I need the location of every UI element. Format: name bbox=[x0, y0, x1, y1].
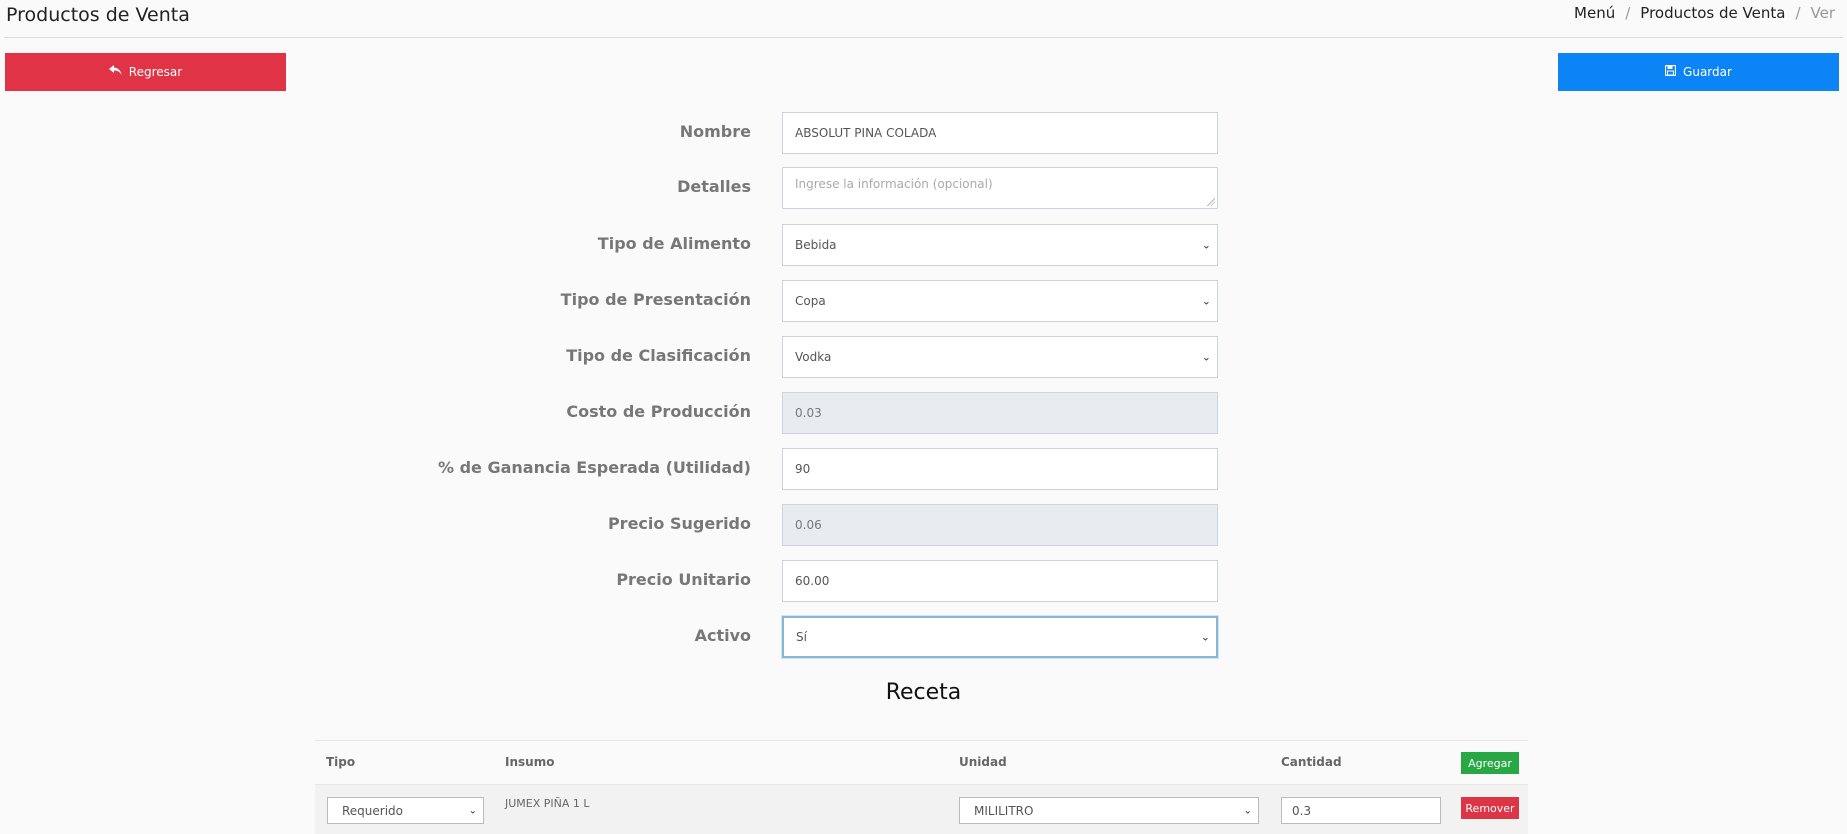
column-header-unidad: Unidad bbox=[959, 755, 1007, 769]
tipo-presentacion-value: Copa bbox=[795, 294, 826, 308]
tipo-alimento-label: Tipo de Alimento bbox=[597, 234, 751, 253]
column-header-insumo: Insumo bbox=[505, 755, 555, 769]
cantidad-input[interactable]: 0.3 bbox=[1281, 797, 1441, 824]
activo-label: Activo bbox=[694, 626, 751, 645]
insumo-text: JUMEX PIÑA 1 L bbox=[505, 797, 590, 810]
column-header-tipo: Tipo bbox=[326, 755, 356, 769]
table-row: Requerido ⌄ JUMEX PIÑA 1 L MILILITRO ⌄ 0… bbox=[315, 785, 1528, 834]
chevron-down-icon: ⌄ bbox=[1201, 238, 1211, 252]
tipo-clasificacion-label: Tipo de Clasificación bbox=[566, 346, 751, 365]
chevron-down-icon: ⌄ bbox=[1243, 805, 1252, 816]
form-row-precio-sugerido: Precio Sugerido 0.06 bbox=[0, 504, 1847, 548]
chevron-down-icon: ⌄ bbox=[1200, 630, 1210, 644]
precio-unitario-input[interactable]: 60.00 bbox=[782, 560, 1218, 602]
reply-arrow-icon bbox=[108, 65, 122, 79]
tipo-clasificacion-value: Vodka bbox=[795, 350, 832, 364]
recipe-title: Receta bbox=[885, 680, 962, 705]
breadcrumb: Menú / Productos de Venta / Ver bbox=[1574, 4, 1835, 22]
resize-grip-icon[interactable] bbox=[1207, 198, 1215, 206]
floppy-disk-icon bbox=[1664, 64, 1677, 79]
page-title: Productos de Venta bbox=[6, 4, 190, 26]
breadcrumb-separator: / bbox=[1795, 4, 1801, 22]
remove-row-button[interactable]: Remover bbox=[1461, 797, 1519, 819]
chevron-down-icon: ⌄ bbox=[1201, 350, 1211, 364]
detalles-placeholder: Ingrese la información (opcional) bbox=[795, 177, 993, 191]
costo-produccion-input: 0.03 bbox=[782, 392, 1218, 434]
activo-value: Sí bbox=[796, 630, 807, 644]
tipo-alimento-value: Bebida bbox=[795, 238, 837, 252]
unidad-select-value: MILILITRO bbox=[974, 803, 1034, 818]
chevron-down-icon: ⌄ bbox=[468, 805, 477, 816]
column-header-cantidad: Cantidad bbox=[1281, 755, 1342, 769]
tipo-select[interactable]: Requerido ⌄ bbox=[327, 797, 484, 824]
header-divider bbox=[4, 37, 1843, 38]
activo-select[interactable]: Sí ⌄ bbox=[782, 616, 1218, 658]
save-button[interactable]: Guardar bbox=[1558, 53, 1839, 91]
tipo-alimento-select[interactable]: Bebida ⌄ bbox=[782, 224, 1218, 266]
back-button[interactable]: Regresar bbox=[5, 53, 286, 91]
back-button-label: Regresar bbox=[128, 65, 183, 79]
form-row-ganancia: % de Ganancia Esperada (Utilidad) 90 bbox=[0, 448, 1847, 492]
detalles-textarea[interactable]: Ingrese la información (opcional) bbox=[782, 167, 1218, 209]
form-row-activo: Activo Sí ⌄ bbox=[0, 616, 1847, 660]
ganancia-input[interactable]: 90 bbox=[782, 448, 1218, 490]
form-row-costo-produccion: Costo de Producción 0.03 bbox=[0, 392, 1847, 436]
form-row-tipo-presentacion: Tipo de Presentación Copa ⌄ bbox=[0, 280, 1847, 324]
form-row-precio-unitario: Precio Unitario 60.00 bbox=[0, 560, 1847, 604]
precio-sugerido-input: 0.06 bbox=[782, 504, 1218, 546]
tipo-select-value: Requerido bbox=[342, 803, 404, 818]
costo-produccion-label: Costo de Producción bbox=[566, 402, 751, 421]
breadcrumb-separator: / bbox=[1625, 4, 1631, 22]
tipo-presentacion-select[interactable]: Copa ⌄ bbox=[782, 280, 1218, 322]
unidad-select[interactable]: MILILITRO ⌄ bbox=[959, 797, 1259, 824]
detalles-label: Detalles bbox=[677, 177, 751, 196]
save-button-label: Guardar bbox=[1683, 65, 1732, 79]
form-row-tipo-clasificacion: Tipo de Clasificación Vodka ⌄ bbox=[0, 336, 1847, 380]
nombre-input[interactable]: ABSOLUT PINA COLADA bbox=[782, 112, 1218, 154]
breadcrumb-item-productos[interactable]: Productos de Venta bbox=[1640, 4, 1785, 22]
tipo-clasificacion-select[interactable]: Vodka ⌄ bbox=[782, 336, 1218, 378]
ganancia-label: % de Ganancia Esperada (Utilidad) bbox=[437, 458, 751, 477]
tipo-presentacion-label: Tipo de Presentación bbox=[560, 290, 751, 309]
chevron-down-icon: ⌄ bbox=[1201, 294, 1211, 308]
form-row-tipo-alimento: Tipo de Alimento Bebida ⌄ bbox=[0, 224, 1847, 268]
precio-unitario-label: Precio Unitario bbox=[616, 570, 751, 589]
form-row-detalles: Detalles Ingrese la información (opciona… bbox=[0, 167, 1847, 211]
breadcrumb-item-current: Ver bbox=[1810, 4, 1836, 22]
breadcrumb-item-menu[interactable]: Menú bbox=[1574, 4, 1615, 22]
recipe-table-header: Tipo Insumo Unidad Cantidad Agregar bbox=[315, 740, 1528, 785]
form-row-nombre: Nombre ABSOLUT PINA COLADA bbox=[0, 112, 1847, 156]
precio-sugerido-label: Precio Sugerido bbox=[607, 514, 751, 533]
nombre-label: Nombre bbox=[679, 122, 751, 141]
add-row-button[interactable]: Agregar bbox=[1461, 752, 1519, 774]
recipe-table: Tipo Insumo Unidad Cantidad Agregar Requ… bbox=[315, 740, 1528, 834]
